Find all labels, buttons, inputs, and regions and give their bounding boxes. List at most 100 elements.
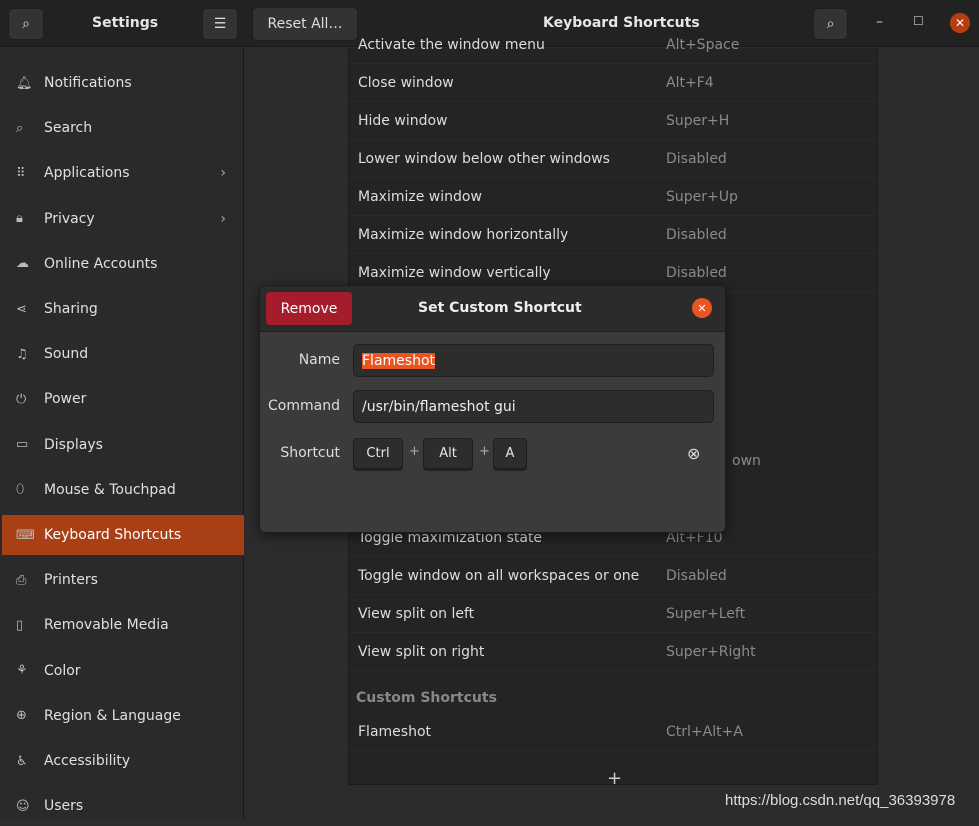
power-icon: ⏻ — [16, 391, 27, 407]
shortcut-row[interactable]: View split on left Super+Left — [349, 595, 877, 633]
sidebar-item-label: Search — [44, 120, 93, 137]
bell-icon: 🔔︎ — [16, 75, 33, 91]
reset-all-button[interactable]: Reset All… — [252, 7, 358, 41]
add-shortcut-button[interactable]: + — [607, 768, 622, 789]
shortcut-row[interactable]: View split on right Super+Right — [349, 633, 877, 671]
remove-button[interactable]: Remove — [266, 292, 352, 325]
shortcut-accel: Disabled — [666, 567, 727, 584]
shortcut-label: Shortcut — [280, 445, 340, 461]
sidebar-item-search[interactable]: ⌕ Search — [2, 108, 244, 148]
sidebar-item-label: Printers — [44, 572, 98, 589]
sidebar-item-label: Power — [44, 391, 87, 408]
search-icon: ⌕ — [16, 120, 24, 136]
close-window-button[interactable]: ✕ — [950, 13, 970, 33]
keyboard-icon: ⌨ — [16, 527, 35, 543]
command-field[interactable]: /usr/bin/flameshot gui — [353, 390, 714, 423]
name-label: Name — [298, 352, 340, 368]
sidebar-item-removable-media[interactable]: ▯ Removable Media — [2, 605, 244, 645]
shortcut-row[interactable]: Hide window Super+H — [349, 102, 877, 140]
sidebar-item-displays[interactable]: ▭ Displays — [2, 425, 244, 465]
key-separator: + — [409, 444, 420, 459]
minimize-button[interactable]: – — [876, 14, 883, 30]
set-custom-shortcut-dialog: Remove Set Custom Shortcut ✕ Name Flames… — [259, 285, 726, 533]
shortcut-row[interactable]: Toggle window on all workspaces or one Di… — [349, 557, 877, 595]
music-icon: ♫ — [16, 346, 28, 362]
sidebar-item-label: Keyboard Shortcuts — [44, 527, 182, 543]
shortcut-row[interactable]: Close window Alt+F4 — [349, 64, 877, 102]
sidebar-item-color[interactable]: ⚘ Color — [2, 651, 244, 691]
share-icon: ⋖ — [16, 301, 27, 317]
watermark: https://blog.csdn.net/qq_36393978 — [725, 792, 956, 809]
custom-shortcut-row[interactable]: Flameshot Ctrl+Alt+A — [349, 713, 877, 751]
close-icon: ✕ — [954, 16, 966, 30]
shortcut-row[interactable]: Maximize window Super+Up — [349, 178, 877, 216]
sidebar-item-power[interactable]: ⏻ Power — [2, 379, 244, 419]
search-button[interactable]: ⌕ — [8, 8, 44, 40]
maximize-button[interactable]: ☐ — [913, 14, 924, 28]
dialog-title: Set Custom Shortcut — [418, 300, 582, 316]
lock-icon: 🔒︎ — [16, 211, 23, 227]
shortcut-accel: Disabled — [666, 226, 727, 243]
chevron-right-icon: › — [220, 210, 226, 227]
custom-shortcuts-header: Custom Shortcuts — [356, 690, 497, 706]
globe-icon: ⊕ — [16, 708, 27, 724]
sidebar-item-accessibility[interactable]: ♿︎ Accessibility — [2, 741, 244, 781]
sidebar-item-users[interactable]: ☺ Users — [2, 786, 244, 826]
sidebar-item-label: Privacy — [44, 210, 95, 227]
sidebar-item-label: Accessibility — [44, 753, 131, 769]
shortcut-row[interactable]: Maximize window horizontally Disabled — [349, 216, 877, 254]
clear-circle-icon: ⊗ — [687, 444, 701, 463]
sidebar-item-label: Sound — [44, 346, 89, 363]
color-icon: ⚘ — [16, 663, 28, 679]
shortcut-name: View split on right — [358, 643, 485, 660]
sidebar-item-printers[interactable]: ⎙ Printers — [2, 560, 244, 600]
name-field[interactable]: Flameshot — [353, 344, 714, 377]
accessibility-icon: ♿︎ — [16, 753, 28, 769]
settings-title: Settings — [92, 15, 159, 31]
shortcut-accel: Super+Up — [666, 188, 738, 205]
menu-button[interactable]: ☰ — [202, 8, 238, 40]
key-separator: + — [479, 444, 490, 459]
display-icon: ▭ — [16, 437, 29, 453]
sidebar-item-sharing[interactable]: ⋖ Sharing — [2, 289, 244, 329]
clear-shortcut-button[interactable]: ⊗ — [687, 444, 700, 463]
hamburger-icon: ☰ — [213, 16, 227, 32]
shortcut-name: Maximize window horizontally — [358, 226, 569, 243]
sidebar-item-applications[interactable]: ⠿ Applications › — [2, 153, 244, 193]
shortcut-accel: Alt+Space — [666, 36, 740, 53]
chevron-right-icon: › — [220, 165, 226, 182]
shortcut-row[interactable]: Activate the window menu Alt+Space — [349, 26, 877, 64]
key-alt: Alt — [423, 438, 473, 469]
shortcut-name: Lower window below other windows — [358, 150, 610, 167]
dialog-close-button[interactable]: ✕ — [692, 298, 712, 318]
usb-icon: ▯ — [16, 617, 24, 633]
sidebar-item-label: Online Accounts — [44, 255, 158, 272]
sidebar-item-label: Removable Media — [44, 617, 169, 634]
key-a: A — [493, 438, 527, 469]
sidebar-item-online-accounts[interactable]: ☁ Online Accounts — [2, 244, 244, 284]
sidebar-item-notifications[interactable]: 🔔︎ Notifications — [2, 63, 244, 103]
shortcut-accel: Super+H — [666, 112, 730, 129]
shortcut-name: Flameshot — [358, 723, 431, 740]
shortcut-name: Maximize window — [358, 188, 482, 205]
key-ctrl: Ctrl — [353, 438, 403, 469]
users-icon: ☺ — [16, 798, 30, 814]
shortcut-name: Hide window — [358, 112, 448, 129]
sidebar-item-sound[interactable]: ♫ Sound — [2, 334, 244, 374]
sidebar-item-privacy[interactable]: 🔒︎ Privacy › — [2, 199, 244, 239]
shortcut-accel: Disabled — [666, 264, 727, 281]
dialog-header: Remove Set Custom Shortcut ✕ — [260, 286, 725, 332]
shortcut-name: Toggle window on all workspaces or one — [358, 567, 640, 584]
shortcut-accel: Ctrl+Alt+A — [666, 723, 743, 740]
sidebar-item-mouse-touchpad[interactable]: ⬯ Mouse & Touchpad — [2, 470, 244, 510]
sidebar-item-region-language[interactable]: ⊕ Region & Language — [2, 696, 244, 736]
sidebar-item-label: Sharing — [44, 301, 98, 317]
sidebar-item-keyboard-shortcuts[interactable]: ⌨ Keyboard Shortcuts — [2, 515, 244, 555]
sidebar-item-label: Applications — [44, 165, 130, 182]
name-value: Flameshot — [362, 352, 435, 369]
mouse-icon: ⬯ — [16, 482, 25, 498]
shortcut-row[interactable]: Lower window below other windows Disabled — [349, 140, 877, 178]
shortcut-accel: Disabled — [666, 150, 727, 167]
sidebar-item-label: Users — [44, 798, 84, 815]
shortcut-accel: Super+Right — [666, 643, 756, 660]
